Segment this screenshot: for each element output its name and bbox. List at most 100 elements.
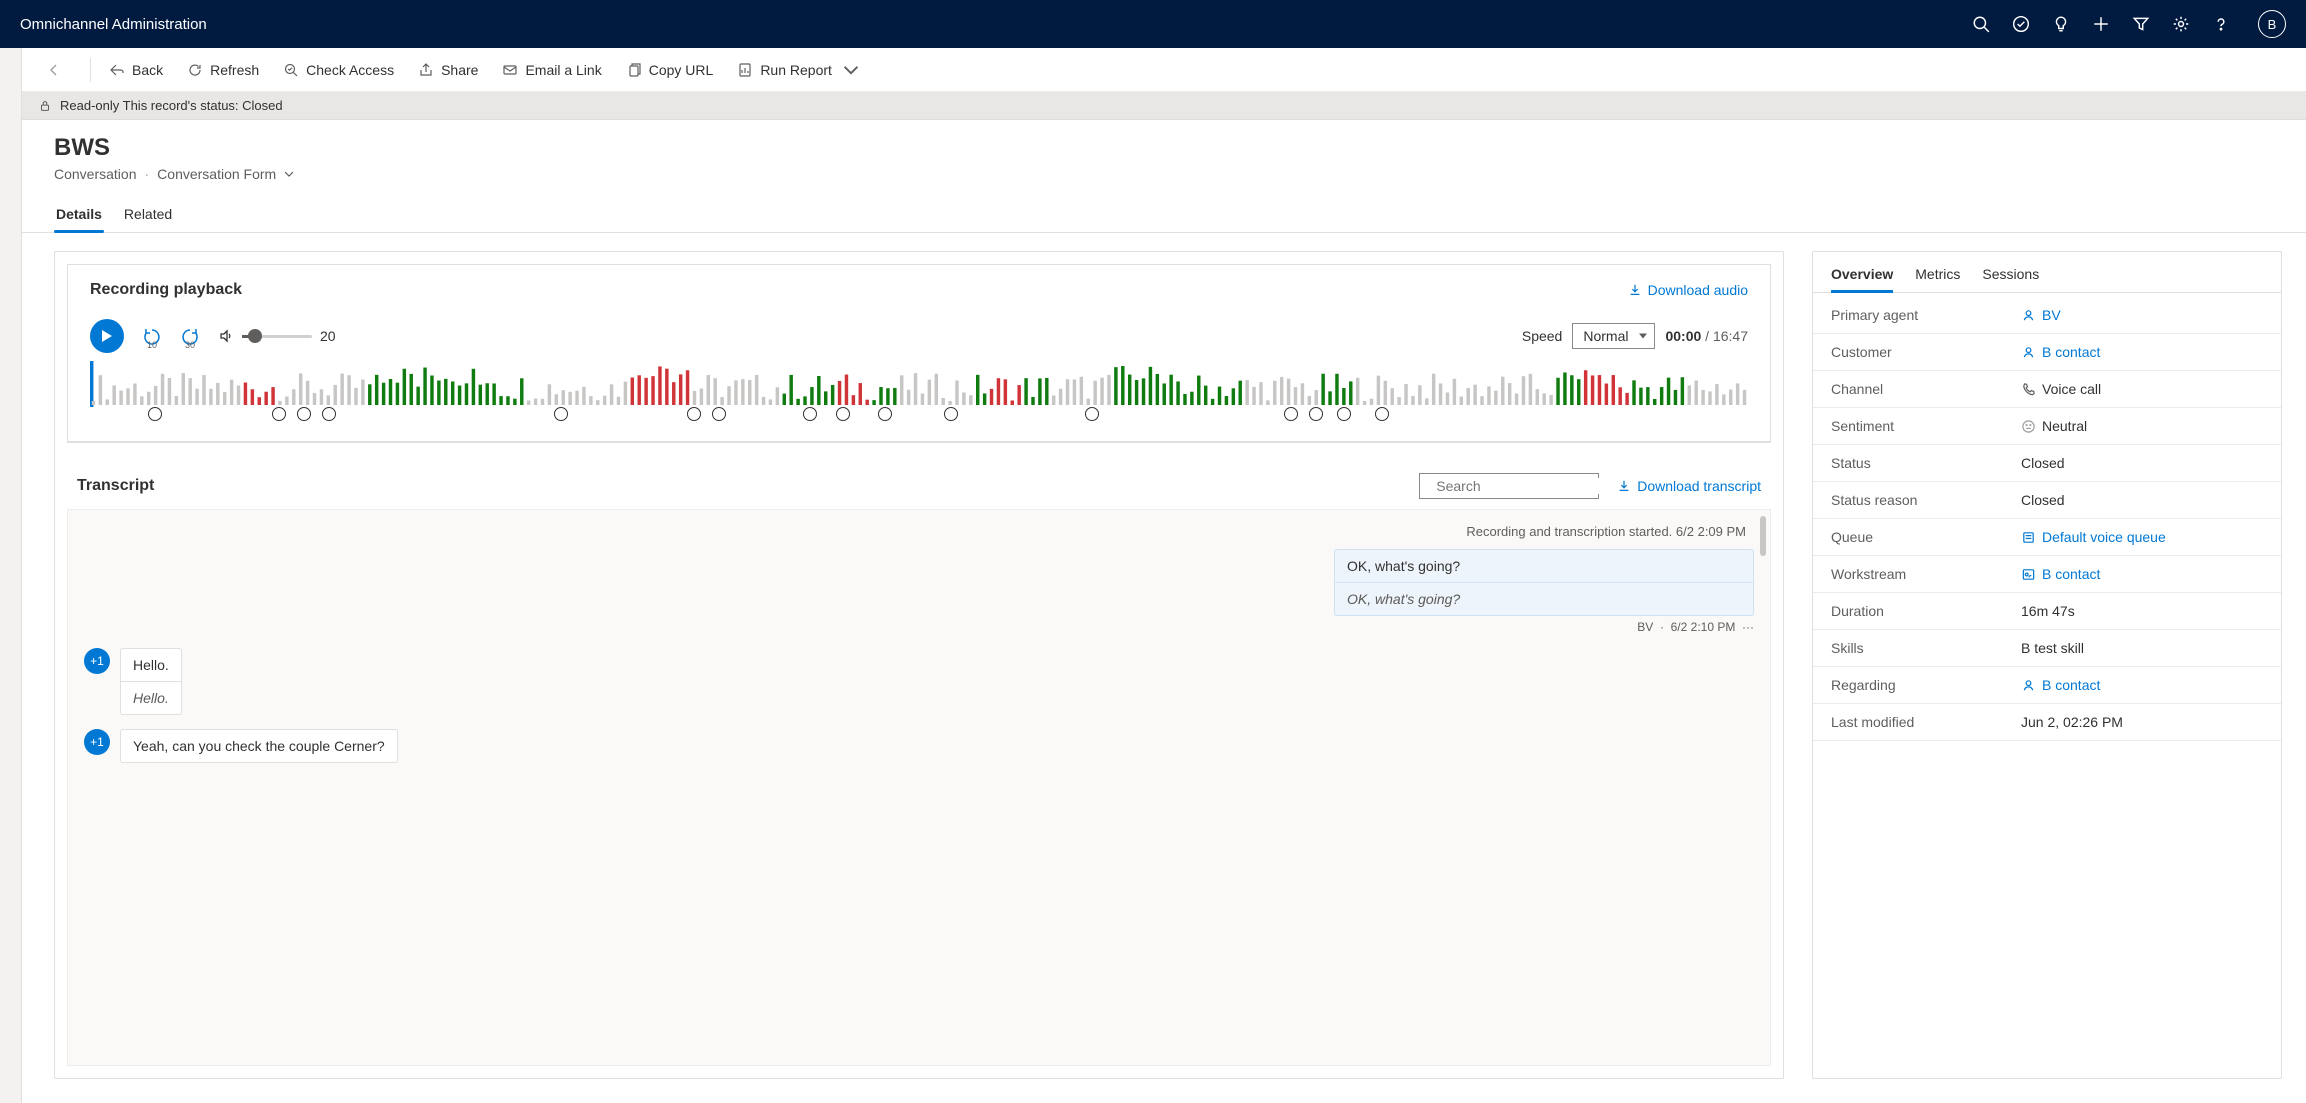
participant-badge: +1 — [84, 648, 110, 674]
cmd-label: Copy URL — [649, 62, 714, 78]
readonly-banner: Read-only This record's status: Closed — [22, 92, 2306, 120]
sentiment-positive-icon — [944, 407, 958, 421]
download-icon — [1628, 283, 1642, 297]
queue-link[interactable]: Default voice queue — [2021, 529, 2263, 545]
status-reason-value: Closed — [2021, 492, 2263, 508]
app-title: Omnichannel Administration — [20, 16, 207, 33]
cmd-label: Share — [441, 62, 478, 78]
message-translated: OK, what's going? — [1335, 582, 1753, 615]
customer-message: +1 Yeah, can you check the couple Cerner… — [84, 729, 604, 763]
email-link-button[interactable]: Email a Link — [492, 52, 611, 88]
help-icon[interactable] — [2212, 15, 2230, 33]
transcript-title: Transcript — [77, 477, 154, 495]
workstream-link[interactable]: B contact — [2021, 566, 2263, 582]
waveform[interactable] — [68, 361, 1770, 435]
rewind-10-button[interactable]: 10 — [142, 326, 162, 346]
forward-30-button[interactable]: 30 — [180, 326, 200, 346]
page-title: BWS — [54, 134, 2274, 162]
recording-title: Recording playback — [90, 281, 242, 299]
person-icon — [2021, 345, 2036, 360]
message-meta: BV · 6/2 2:10 PM ··· — [1334, 620, 1754, 634]
separator-dot: · — [145, 166, 150, 182]
message-text: Yeah, can you check the couple Cerner? — [121, 730, 397, 762]
download-transcript-label: Download transcript — [1637, 478, 1761, 494]
tab-sessions[interactable]: Sessions — [1982, 266, 2039, 292]
customer-link[interactable]: B contact — [2021, 344, 2263, 360]
form-name[interactable]: Conversation Form — [157, 166, 276, 182]
sentiment-negative-icon — [148, 407, 162, 421]
readonly-text: Read-only This record's status: Closed — [60, 98, 283, 113]
play-button[interactable] — [90, 319, 124, 353]
filter-icon[interactable] — [2132, 15, 2150, 33]
tab-metrics[interactable]: Metrics — [1915, 266, 1960, 292]
transcript-body[interactable]: Recording and transcription started. 6/2… — [67, 509, 1771, 1066]
sentiment-positive-icon — [1085, 407, 1099, 421]
person-icon — [2021, 308, 2036, 323]
person-icon — [2021, 678, 2036, 693]
download-transcript-link[interactable]: Download transcript — [1617, 478, 1761, 494]
phone-icon — [2021, 382, 2036, 397]
message-text: OK, what's going? — [1335, 550, 1753, 582]
workstream-icon — [2021, 567, 2036, 582]
left-rail — [0, 48, 22, 1103]
transcript-search[interactable] — [1419, 473, 1599, 499]
sentiment-negative-icon — [554, 407, 568, 421]
time-display: 00:00 / 16:47 — [1665, 328, 1748, 344]
cmd-label: Email a Link — [525, 62, 601, 78]
share-button[interactable]: Share — [408, 52, 488, 88]
volume-icon — [218, 328, 234, 344]
play-icon — [100, 329, 114, 343]
skills-value: B test skill — [2021, 640, 2263, 656]
status-value: Closed — [2021, 455, 2263, 471]
speed-select[interactable]: Normal — [1572, 323, 1655, 349]
task-check-icon[interactable] — [2012, 15, 2030, 33]
search-icon[interactable] — [1972, 15, 1990, 33]
chevron-down-icon[interactable] — [284, 169, 294, 179]
volume-control[interactable]: 20 — [218, 328, 336, 344]
avatar[interactable]: B — [2258, 10, 2286, 38]
speed-label: Speed — [1522, 328, 1562, 344]
volume-slider[interactable] — [242, 335, 312, 338]
copy-url-button[interactable]: Copy URL — [616, 52, 724, 88]
sentiment-positive-icon — [878, 407, 892, 421]
modified-value: Jun 2, 02:26 PM — [2021, 714, 2263, 730]
scrollbar-thumb[interactable] — [1760, 516, 1766, 556]
volume-thumb[interactable] — [248, 329, 262, 343]
sentiment-value: Neutral — [2021, 418, 2263, 434]
cmd-label: Check Access — [306, 62, 394, 78]
sentiment-negative-icon — [836, 407, 850, 421]
transcript-search-input[interactable] — [1430, 478, 1617, 494]
system-message: Recording and transcription started. 6/2… — [84, 520, 1754, 549]
sentiment-markers — [90, 407, 1748, 429]
sentiment-positive-icon — [1375, 407, 1389, 421]
volume-value: 20 — [320, 328, 336, 344]
lightbulb-icon[interactable] — [2052, 15, 2070, 33]
tab-details[interactable]: Details — [54, 200, 104, 232]
plus-icon[interactable] — [2092, 15, 2110, 33]
sentiment-positive-icon — [272, 407, 286, 421]
primary-agent-link[interactable]: BV — [2021, 307, 2263, 323]
duration-value: 16m 47s — [2021, 603, 2263, 619]
agent-message: OK, what's going? OK, what's going? BV ·… — [1334, 549, 1754, 634]
tab-related[interactable]: Related — [122, 200, 174, 232]
sentiment-negative-icon — [1309, 407, 1323, 421]
command-bar: Back Refresh Check Access Share Email a … — [22, 48, 2306, 92]
regarding-link[interactable]: B contact — [2021, 677, 2263, 693]
back-button[interactable]: Back — [99, 52, 173, 88]
tab-overview[interactable]: Overview — [1831, 266, 1893, 292]
sentiment-positive-icon — [322, 407, 336, 421]
side-tabs: Overview Metrics Sessions — [1813, 252, 2281, 293]
neutral-face-icon — [2021, 419, 2036, 434]
record-header: BWS Conversation · Conversation Form — [22, 120, 2306, 186]
sentiment-negative-icon — [712, 407, 726, 421]
sentiment-positive-icon — [1337, 407, 1351, 421]
run-report-button[interactable]: Run Report — [727, 52, 869, 88]
back-arrow-button[interactable] — [36, 52, 72, 88]
sentiment-positive-icon — [687, 407, 701, 421]
check-access-button[interactable]: Check Access — [273, 52, 404, 88]
refresh-button[interactable]: Refresh — [177, 52, 269, 88]
download-audio-link[interactable]: Download audio — [1628, 282, 1748, 298]
chevron-down-icon — [843, 62, 859, 78]
settings-icon[interactable] — [2172, 15, 2190, 33]
customer-message: +1 Hello. Hello. — [84, 648, 604, 715]
